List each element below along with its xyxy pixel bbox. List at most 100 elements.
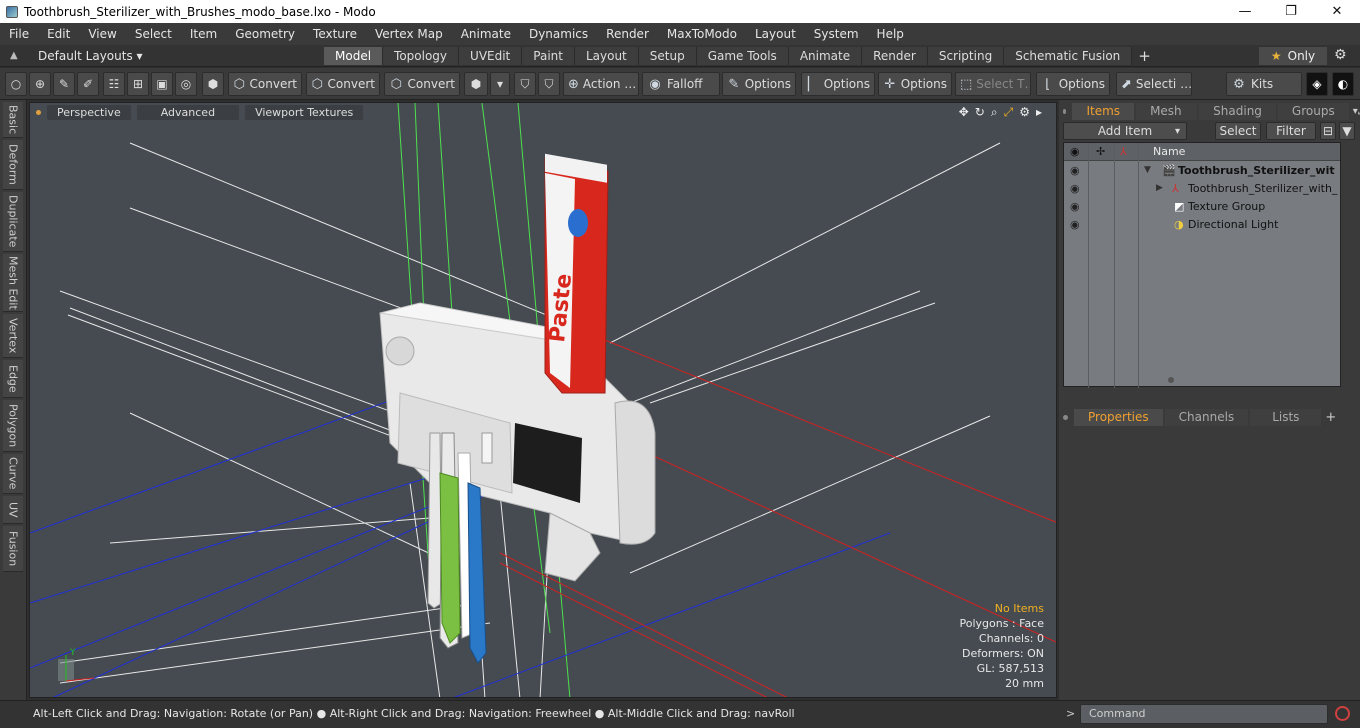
convert-button-3[interactable]: ⬡ Convert — [384, 72, 460, 96]
3d-viewport[interactable]: Paste Y Perspective Advanced Viewport Te… — [29, 102, 1057, 698]
vertex-mode-button[interactable]: ○ — [5, 72, 27, 96]
tab-layout[interactable]: Layout — [574, 46, 639, 65]
menu-maxtomodo[interactable]: MaxToModo — [658, 23, 746, 45]
tab-duplicate[interactable]: Duplicate — [3, 192, 23, 252]
default-layouts-dropdown[interactable]: Default Layouts ▾ — [38, 49, 298, 63]
shield-mode-button[interactable]: ⬢ — [202, 72, 224, 96]
tab-basic[interactable]: Basic — [3, 102, 23, 138]
collapse-button[interactable]: ⊟ — [1320, 122, 1336, 140]
tab-paint[interactable]: Paint — [522, 46, 575, 65]
tab-uvedit[interactable]: UVEdit — [459, 46, 523, 65]
command-input[interactable]: Command — [1080, 704, 1328, 724]
tab-edge[interactable]: Edge — [3, 360, 23, 398]
options-button-1[interactable]: ✎ Options — [722, 72, 796, 96]
viewport-gear-icon[interactable]: ⚙ — [1019, 105, 1030, 120]
eye-icon[interactable]: ◉ — [1070, 200, 1080, 213]
select-button[interactable]: Select — [1215, 122, 1261, 140]
menu-item[interactable]: Item — [181, 23, 226, 45]
close-button[interactable]: ✕ — [1314, 0, 1360, 23]
options-button-3[interactable]: ✛ Options — [878, 72, 952, 96]
expand-arrow-icon[interactable]: ▶ — [1156, 183, 1163, 193]
tab-topology[interactable]: Topology — [383, 46, 460, 65]
polygon-mode-button[interactable]: ✎ — [53, 72, 75, 96]
add-layout-tab-button[interactable]: + — [1138, 47, 1151, 65]
add-props-tab-button[interactable]: + — [1325, 410, 1336, 425]
tab-setup[interactable]: Setup — [638, 46, 697, 65]
tab-vertex[interactable]: Vertex — [3, 314, 23, 358]
options-button-2[interactable]: ▏ Options — [801, 72, 875, 96]
layout-collapse-icon[interactable]: ▲ — [10, 50, 24, 61]
unreal-button[interactable]: ◐ — [1332, 72, 1354, 96]
only-toggle[interactable]: ★ Only — [1259, 47, 1327, 65]
gear-icon[interactable]: ⚙ — [1334, 47, 1347, 63]
viewport-advanced-tab[interactable]: Advanced — [136, 104, 240, 120]
tab-channels[interactable]: Channels — [1164, 408, 1249, 426]
add-item-button[interactable]: Add Item ▾ — [1063, 122, 1187, 140]
menu-texture[interactable]: Texture — [304, 23, 366, 45]
options-button-4[interactable]: ⌊ Options — [1036, 72, 1110, 96]
kits-button[interactable]: ⚙ Kits — [1226, 72, 1302, 96]
tab-deform[interactable]: Deform — [3, 140, 23, 190]
snap-button[interactable]: ⬢ — [464, 72, 488, 96]
funnel-button[interactable]: ▼ — [1339, 122, 1355, 140]
tab-polygon[interactable]: Polygon — [3, 400, 23, 452]
tab-model[interactable]: Model — [324, 46, 384, 65]
tab-schematic-fusion[interactable]: Schematic Fusion — [1004, 46, 1133, 65]
menu-layout[interactable]: Layout — [746, 23, 805, 45]
tab-mesh-edit[interactable]: Mesh Edit — [3, 254, 23, 312]
filter-button[interactable]: Filter — [1266, 122, 1316, 140]
menu-system[interactable]: System — [805, 23, 868, 45]
item-row-texture-group[interactable]: ◉ ◩ Texture Group — [1064, 198, 1340, 216]
snap-dropdown[interactable]: ▾ — [490, 72, 510, 96]
edge-mode-button[interactable]: ⊕ — [29, 72, 51, 96]
tab-mesh[interactable]: Mesh … — [1136, 102, 1198, 135]
convert-button-1[interactable]: ⬡ Convert — [228, 72, 302, 96]
panel-menu-icon[interactable]: ▾⤢⚙ — [1353, 106, 1360, 117]
menu-select[interactable]: Select — [126, 23, 181, 45]
eye-icon[interactable]: ◉ — [1070, 164, 1080, 177]
item-row-scene[interactable]: ◉ ▼ 🎬 Toothbrush_Sterilizer_wit … — [1064, 162, 1340, 180]
material-mode-button[interactable]: ☷ — [103, 72, 125, 96]
command-arrow-icon[interactable]: > — [1066, 707, 1075, 720]
pan-icon[interactable]: ✥ — [959, 105, 969, 120]
tab-animate[interactable]: Animate — [788, 46, 863, 65]
list-scroll-indicator[interactable] — [1168, 377, 1174, 383]
viewport-arrow-icon[interactable]: ▸ — [1036, 105, 1042, 120]
pivot-mode-button[interactable]: ⊞ — [127, 72, 149, 96]
record-macro-icon[interactable] — [1335, 706, 1350, 721]
menu-help[interactable]: Help — [868, 23, 913, 45]
menu-animate[interactable]: Animate — [452, 23, 520, 45]
action-center-button[interactable]: ⊕ Action … — [563, 72, 639, 96]
tab-render[interactable]: Render — [862, 46, 928, 65]
menu-file[interactable]: File — [0, 23, 38, 45]
falloff-button[interactable]: ◉ Falloff — [642, 72, 720, 96]
viewport-perspective-tab[interactable]: Perspective — [47, 104, 131, 120]
menu-geometry[interactable]: Geometry — [226, 23, 304, 45]
tab-scripting[interactable]: Scripting — [927, 46, 1005, 65]
center-mode-button[interactable]: ▣ — [151, 72, 173, 96]
item-row-mesh[interactable]: ◉ ▶ ⅄ Toothbrush_Sterilizer_with_ … — [1064, 180, 1340, 198]
viewport-textures-tab[interactable]: Viewport Textures — [245, 104, 364, 120]
expand-arrow-icon[interactable]: ▼ — [1144, 165, 1151, 175]
eye-icon[interactable]: ◉ — [1070, 218, 1080, 231]
select-through-button[interactable]: ⬚ Select T… — [955, 72, 1031, 96]
menu-view[interactable]: View — [79, 23, 125, 45]
tab-uv[interactable]: UV — [3, 496, 23, 524]
tab-items[interactable]: Items — [1072, 102, 1135, 120]
tab-groups[interactable]: Groups — [1277, 102, 1349, 120]
maximize-viewport-icon[interactable]: ⤢ — [1004, 105, 1014, 120]
menu-render[interactable]: Render — [597, 23, 658, 45]
menu-vertex-map[interactable]: Vertex Map — [366, 23, 452, 45]
tab-curve[interactable]: Curve — [3, 454, 23, 494]
tab-properties[interactable]: Properties — [1074, 408, 1163, 426]
symmetry-button[interactable]: ⛉ — [514, 72, 536, 96]
workplane-button[interactable]: ⛉ — [538, 72, 560, 96]
selection-button[interactable]: ⬈ Selecti … — [1116, 72, 1192, 96]
maximize-button[interactable]: ❐ — [1268, 0, 1314, 23]
zoom-icon[interactable]: ⌕ — [991, 105, 998, 120]
item-row-directional-light[interactable]: ◉ ◑ Directional Light — [1064, 216, 1340, 234]
tab-lists[interactable]: Lists — [1250, 408, 1322, 426]
tab-shading[interactable]: Shading — [1199, 102, 1276, 120]
eye-icon[interactable]: ◉ — [1070, 182, 1080, 195]
tab-game-tools[interactable]: Game Tools — [696, 46, 789, 65]
